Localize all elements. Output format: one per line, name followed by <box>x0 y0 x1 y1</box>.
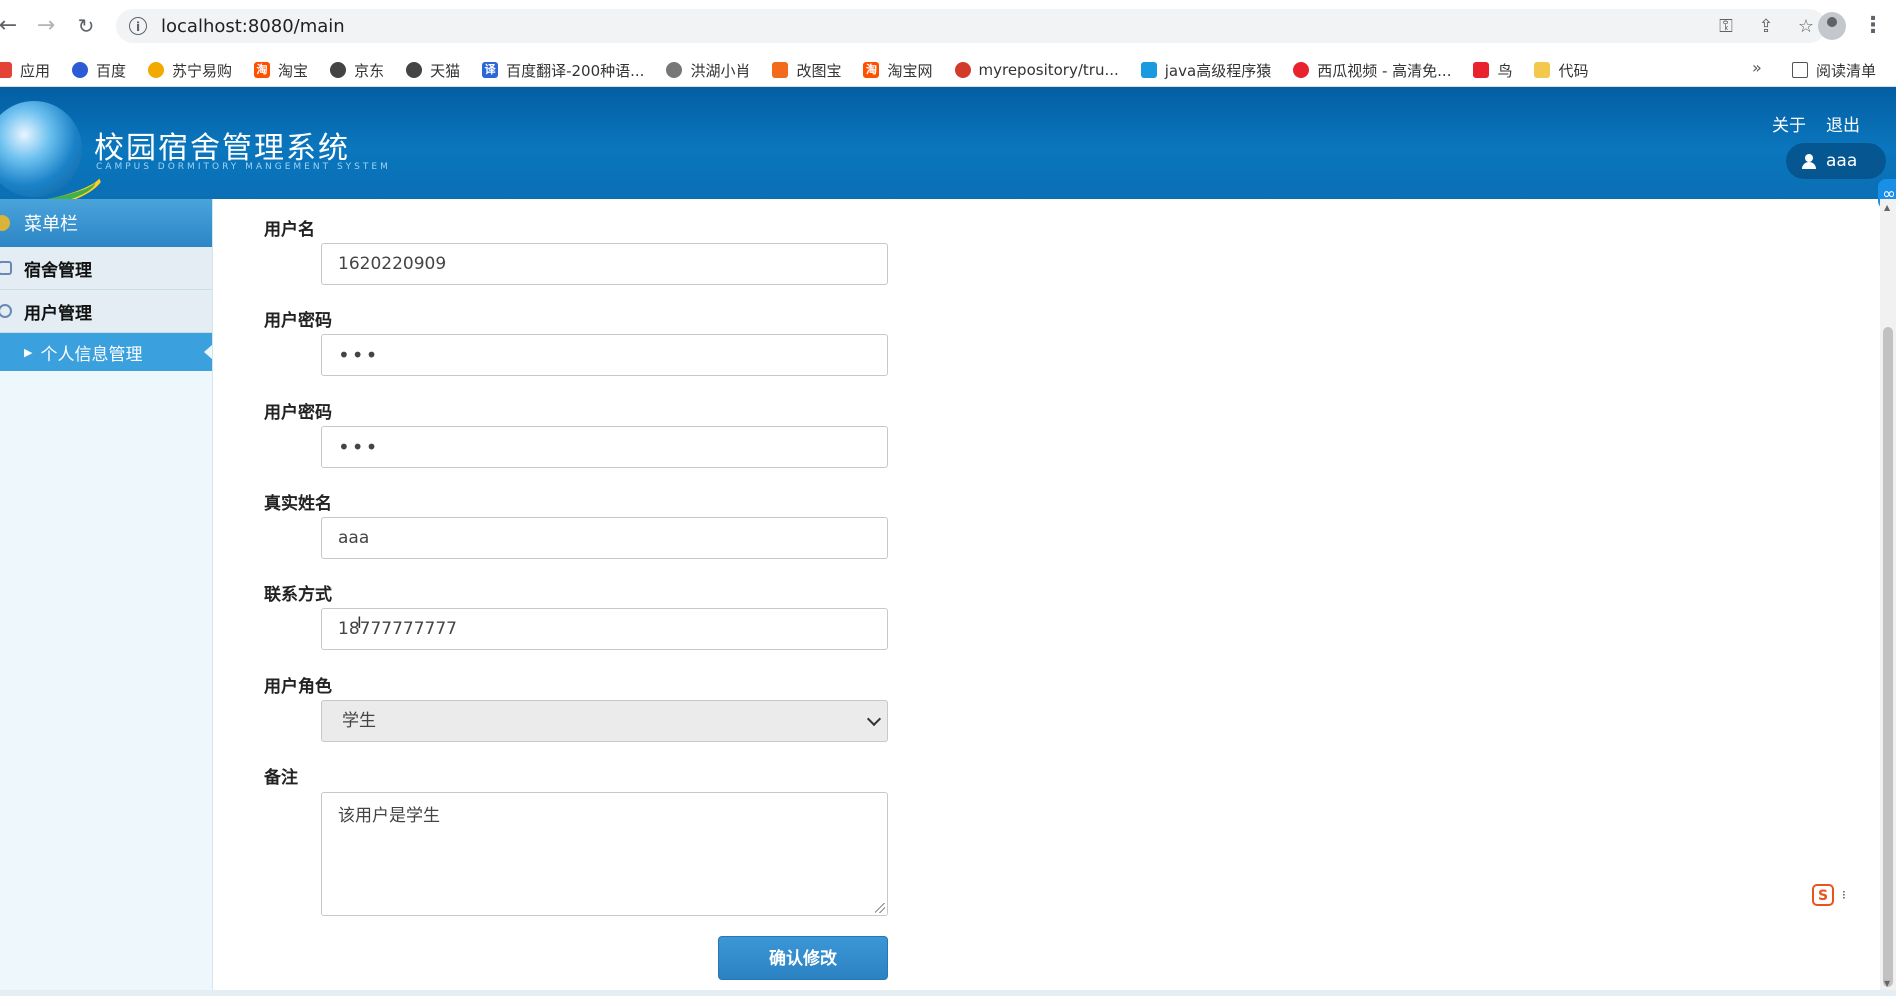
more-bookmarks-icon[interactable]: » <box>1752 58 1762 77</box>
username-input[interactable]: 1620220909 <box>321 243 888 285</box>
sidebar-item-dormitory[interactable]: 宿舍管理 <box>0 247 212 290</box>
site-info-icon[interactable]: i <box>129 17 147 35</box>
confirm-edit-button[interactable]: 确认修改 <box>718 936 888 980</box>
role-label: 用户角色 <box>264 677 332 697</box>
bird-icon <box>1473 62 1490 78</box>
key-icon[interactable]: ⚿ <box>1706 16 1746 37</box>
sidebar-item-users[interactable]: 用户管理 <box>0 290 212 333</box>
bookmark-niao[interactable]: 鸟 <box>1473 60 1512 81</box>
url-text[interactable]: localhost:8080/main <box>161 16 345 37</box>
password-confirm-label: 用户密码 <box>264 403 332 423</box>
sogou-ime-icon[interactable]: S <box>1812 884 1834 906</box>
gaitubao-icon <box>772 62 789 78</box>
bookmark-taobao-net[interactable]: 淘 淘宝网 <box>863 60 933 81</box>
share-icon[interactable]: ⇪ <box>1746 16 1786 37</box>
menu-bullet-icon <box>0 215 10 231</box>
role-select[interactable]: 学生 <box>321 700 888 742</box>
chevron-down-icon <box>866 711 882 727</box>
password-confirm-input[interactable]: ••• <box>321 426 888 468</box>
text-cursor-icon: I <box>357 613 362 632</box>
ime-widget[interactable]: S ⁝ <box>1812 880 1872 910</box>
current-username: aaa <box>1826 151 1858 171</box>
realname-label: 真实姓名 <box>264 494 332 514</box>
bookmark-baidu-translate[interactable]: 译 百度翻译-200种语... <box>482 60 644 81</box>
resize-handle-icon[interactable] <box>875 903 885 913</box>
reading-list-icon <box>1792 62 1808 78</box>
bookmark-xigua[interactable]: 西瓜视频 - 高清免... <box>1293 60 1451 81</box>
contact-label: 联系方式 <box>264 585 332 605</box>
back-arrow-icon[interactable]: ← <box>0 12 22 40</box>
remark-textarea[interactable]: 该用户是学生 <box>321 792 888 916</box>
bookmark-code[interactable]: 代码 <box>1534 60 1589 81</box>
current-user-badge[interactable]: aaa <box>1786 143 1886 179</box>
taobao-icon: 淘 <box>254 62 271 78</box>
ime-more-icon[interactable]: ⁝ <box>1842 888 1846 902</box>
remark-label: 备注 <box>264 768 298 788</box>
reload-icon[interactable]: ↻ <box>72 12 100 40</box>
role-select-value: 学生 <box>342 711 376 731</box>
remark-text: 该用户是学生 <box>338 806 440 826</box>
bookmark-tmall[interactable]: 天猫 <box>406 60 460 81</box>
bookmarks-bar: 应用 百度 苏宁易购 淘 淘宝 京东 天猫 译 百度翻译-200种语... 洪湖… <box>0 54 1896 87</box>
sidebar-item-label: 用户管理 <box>24 303 92 324</box>
sidebar-subitem-profile[interactable]: ▶ 个人信息管理 <box>0 333 212 371</box>
bookmark-baidu[interactable]: 百度 <box>72 60 126 81</box>
username-label: 用户名 <box>264 220 315 240</box>
address-bar[interactable]: i localhost:8080/main ⚿ ⇪ ☆ <box>116 9 1826 43</box>
translate-icon: 译 <box>482 62 499 78</box>
chrome-icon <box>954 62 971 78</box>
page-scrollbar[interactable]: ▲ ▼ <box>1880 199 1896 996</box>
sidebar-subitem-label: 个人信息管理 <box>40 344 143 365</box>
user-search-icon <box>0 304 12 318</box>
scroll-down-icon[interactable]: ▼ <box>1884 979 1890 988</box>
bilibili-tv-icon <box>1140 62 1157 78</box>
baidu-paw-icon <box>72 62 89 78</box>
suning-icon <box>148 62 165 78</box>
browser-menu-icon[interactable]: ⋮ <box>1862 12 1884 40</box>
app-header: 校园宿舍管理系统 CAMPUS DORMITORY MANGEMENT SYST… <box>0 87 1896 199</box>
bookmark-java[interactable]: java高级程序猿 <box>1140 60 1271 81</box>
bookmark-gaitubao[interactable]: 改图宝 <box>772 60 841 81</box>
reading-list[interactable]: 阅读清单 <box>1792 54 1876 86</box>
caret-right-icon: ▶ <box>24 345 33 359</box>
realname-input[interactable]: aaa <box>321 517 888 559</box>
scroll-thumb[interactable] <box>1883 327 1893 987</box>
bookmark-myrepository[interactable]: myrepository/tru... <box>954 61 1119 79</box>
apps-grid-icon <box>0 62 12 78</box>
bottom-strip <box>0 990 1896 996</box>
bookmark-jd[interactable]: 京东 <box>330 60 384 81</box>
sidebar-item-label: 宿舍管理 <box>24 260 92 281</box>
sidebar: 菜单栏 宿舍管理 用户管理 ▶ 个人信息管理 <box>0 199 213 996</box>
contact-input[interactable]: 18777777777 <box>321 608 888 650</box>
user-icon <box>1802 154 1816 169</box>
password-label: 用户密码 <box>264 311 332 331</box>
about-link[interactable]: 关于 <box>1772 111 1806 136</box>
globe-icon <box>406 62 423 78</box>
sidebar-header: 菜单栏 <box>0 199 212 247</box>
profile-avatar-icon[interactable] <box>1818 12 1846 40</box>
bookmark-honghu[interactable]: 洪湖小肖 <box>666 60 750 81</box>
folder-icon <box>1534 62 1551 78</box>
forward-arrow-icon[interactable]: → <box>32 12 60 40</box>
password-input[interactable]: ••• <box>321 334 888 376</box>
app-title: 校园宿舍管理系统 <box>94 131 350 166</box>
logout-link[interactable]: 退出 <box>1826 111 1860 136</box>
play-icon <box>1293 62 1310 78</box>
scroll-up-icon[interactable]: ▲ <box>1884 203 1890 212</box>
browser-toolbar: ← → ↻ i localhost:8080/main ⚿ ⇪ ☆ ⋮ <box>0 0 1896 54</box>
taobao-icon: 淘 <box>863 62 880 78</box>
bookmark-suning[interactable]: 苏宁易购 <box>148 60 232 81</box>
bird-icon <box>666 62 683 78</box>
sidebar-title: 菜单栏 <box>24 214 78 235</box>
header-links: 关于 退出 <box>1772 111 1860 136</box>
grid-icon <box>0 261 12 275</box>
bookmark-taobao[interactable]: 淘 淘宝 <box>254 60 308 81</box>
globe-icon <box>330 62 347 78</box>
app-subtitle: CAMPUS DORMITORY MANGEMENT SYSTEM <box>96 162 391 172</box>
bookmark-apps[interactable]: 应用 <box>0 60 50 81</box>
